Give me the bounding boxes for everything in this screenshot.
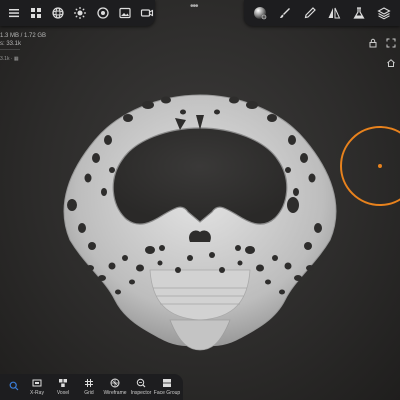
grid-button[interactable]: Grid [76, 374, 102, 400]
face-group-icon [163, 379, 171, 387]
face-group-button[interactable]: Face Group [154, 374, 180, 400]
grid-icon [85, 379, 93, 387]
inspector-button[interactable]: Inspector [128, 374, 154, 400]
xray-button[interactable]: X-Ray [24, 374, 50, 400]
inspector-icon [136, 378, 146, 388]
wireframe-icon [110, 378, 120, 388]
bottom-toolbar: X-Ray Voxel Grid Wireframe Inspector Fac… [0, 374, 183, 400]
search-button[interactable] [4, 374, 24, 400]
search-icon [9, 381, 19, 391]
wireframe-button[interactable]: Wireframe [102, 374, 128, 400]
voxel-icon [59, 379, 67, 387]
voxel-button[interactable]: Voxel [50, 374, 76, 400]
xray-icon [32, 379, 42, 387]
sculpt-model[interactable] [0, 0, 400, 400]
gizmo-center [378, 164, 382, 168]
